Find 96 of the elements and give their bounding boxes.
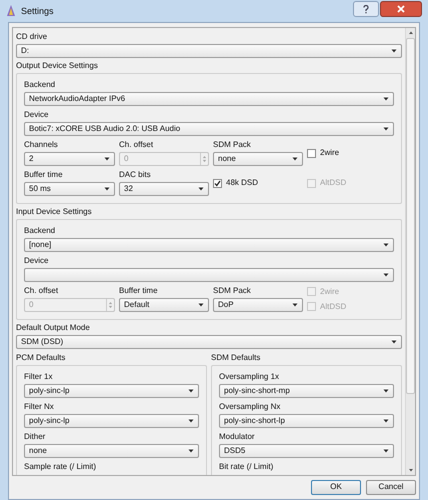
checkbox-label: AltDSD <box>320 178 346 188</box>
caret-icon <box>104 157 110 161</box>
field-label: SDM Pack <box>213 140 252 150</box>
field-label: Ch. offset <box>119 140 154 150</box>
caret-icon <box>188 419 194 423</box>
caret-icon <box>383 449 389 453</box>
scrollbar-thumb[interactable] <box>406 38 415 394</box>
dropdown[interactable] <box>24 268 394 282</box>
field-label: Input Device Settings <box>16 207 93 217</box>
dropdown-value: poly-sinc-short-lp <box>224 416 286 426</box>
dropdown-value: poly-sinc-short-mp <box>224 386 291 396</box>
dropdown-value: poly-sinc-lp <box>29 386 70 396</box>
caret-icon <box>188 389 194 393</box>
close-icon <box>397 5 405 13</box>
caret-icon <box>198 187 204 191</box>
caret-icon <box>292 157 298 161</box>
field-label: Modulator <box>219 432 256 442</box>
dropdown[interactable]: none <box>213 152 303 166</box>
field-label: PCM Defaults <box>16 353 66 363</box>
field-label: Filter Nx <box>24 402 55 412</box>
dialog-button[interactable]: OK <box>311 480 361 494</box>
close-button[interactable] <box>380 1 422 17</box>
field-label: DAC bits <box>119 170 152 180</box>
field-label: Device <box>24 256 50 266</box>
dialog-button[interactable]: Cancel <box>366 480 416 494</box>
dropdown-value: poly-sinc-lp <box>29 416 70 426</box>
dropdown[interactable]: DSD5 <box>219 444 394 458</box>
dropdown[interactable]: poly-sinc-lp <box>24 384 199 398</box>
dropdown[interactable]: D: <box>16 44 402 58</box>
checkbox-label: 48k DSD <box>226 178 258 188</box>
dropdown[interactable]: none <box>24 444 199 458</box>
caret-icon <box>383 243 389 247</box>
dropdown-value: 32 <box>124 184 134 194</box>
field-label: Device <box>24 110 50 120</box>
dropdown[interactable]: DoP <box>213 298 303 312</box>
dropdown-value: none <box>218 154 237 164</box>
caret-icon <box>292 303 298 307</box>
dropdown[interactable]: Default <box>119 298 209 312</box>
checkbox[interactable] <box>213 178 222 188</box>
field-label: CD drive <box>16 32 48 42</box>
caret-icon <box>188 449 194 453</box>
window-title: Settings <box>21 6 54 16</box>
field-label: Bit rate (/ Limit) <box>219 462 274 472</box>
dropdown[interactable]: 50 ms <box>24 182 115 196</box>
dropdown[interactable]: [none] <box>24 238 394 252</box>
field-label: Backend <box>24 80 56 90</box>
dropdown-value: SDM (DSD) <box>21 337 64 347</box>
dropdown[interactable]: 32 <box>119 182 209 196</box>
scrollbar[interactable] <box>405 28 415 475</box>
field-label: SDM Defaults <box>211 353 262 363</box>
dropdown-value: D: <box>21 46 30 56</box>
caret-icon <box>383 97 389 101</box>
caret-icon <box>383 389 389 393</box>
field-label: Oversampling Nx <box>219 402 282 412</box>
dropdown-value: DSD5 <box>224 446 246 456</box>
dropdown-value: NetworkAudioAdapter IPv6 <box>29 94 126 104</box>
dropdown[interactable]: NetworkAudioAdapter IPv6 <box>24 92 394 106</box>
field-label: Output Device Settings <box>16 61 99 71</box>
caret-icon <box>104 187 110 191</box>
field-label: Filter 1x <box>24 372 54 382</box>
field-label: Default Output Mode <box>16 323 91 333</box>
dropdown[interactable]: SDM (DSD) <box>16 335 402 349</box>
field-label: Backend <box>24 226 56 236</box>
dropdown-value: 50 ms <box>29 184 52 194</box>
dropdown[interactable]: Botic7: xCORE USB Audio 2.0: USB Audio <box>24 122 394 136</box>
caret-icon <box>383 419 389 423</box>
checkbox-label: 2wire <box>320 148 340 158</box>
app-icon <box>6 5 16 17</box>
caret-icon <box>383 273 389 277</box>
help-button[interactable] <box>353 1 379 17</box>
checkbox-label: AltDSD <box>320 302 346 312</box>
checkbox[interactable] <box>307 148 316 158</box>
dropdown-value: none <box>29 446 48 456</box>
dropdown-value: 2 <box>29 154 34 164</box>
field-label: Ch. offset <box>24 286 60 296</box>
field-label: Oversampling 1x <box>219 372 280 382</box>
dropdown[interactable]: poly-sinc-lp <box>24 414 199 428</box>
dropdown-value: Default <box>124 300 150 310</box>
caret-icon <box>391 340 397 344</box>
field-label: Buffer time <box>119 286 159 296</box>
field-label: Channels <box>24 140 59 150</box>
caret-icon <box>198 303 204 307</box>
field-label: SDM Pack <box>213 286 252 296</box>
caret-icon <box>391 49 397 53</box>
checkbox-label: 2wire <box>320 286 340 296</box>
dropdown[interactable]: poly-sinc-short-mp <box>219 384 394 398</box>
dropdown-value: [none] <box>29 240 52 250</box>
dropdown[interactable]: 2 <box>24 152 115 166</box>
field-label: Sample rate (/ Limit) <box>24 462 98 472</box>
field-label: Dither <box>24 432 46 442</box>
dropdown-value: Botic7: xCORE USB Audio 2.0: USB Audio <box>29 124 182 134</box>
dropdown-value: DoP <box>218 300 235 310</box>
dropdown[interactable]: poly-sinc-short-lp <box>219 414 394 428</box>
field-label: Buffer time <box>24 170 64 180</box>
help-icon <box>363 4 369 14</box>
caret-icon <box>383 127 389 131</box>
